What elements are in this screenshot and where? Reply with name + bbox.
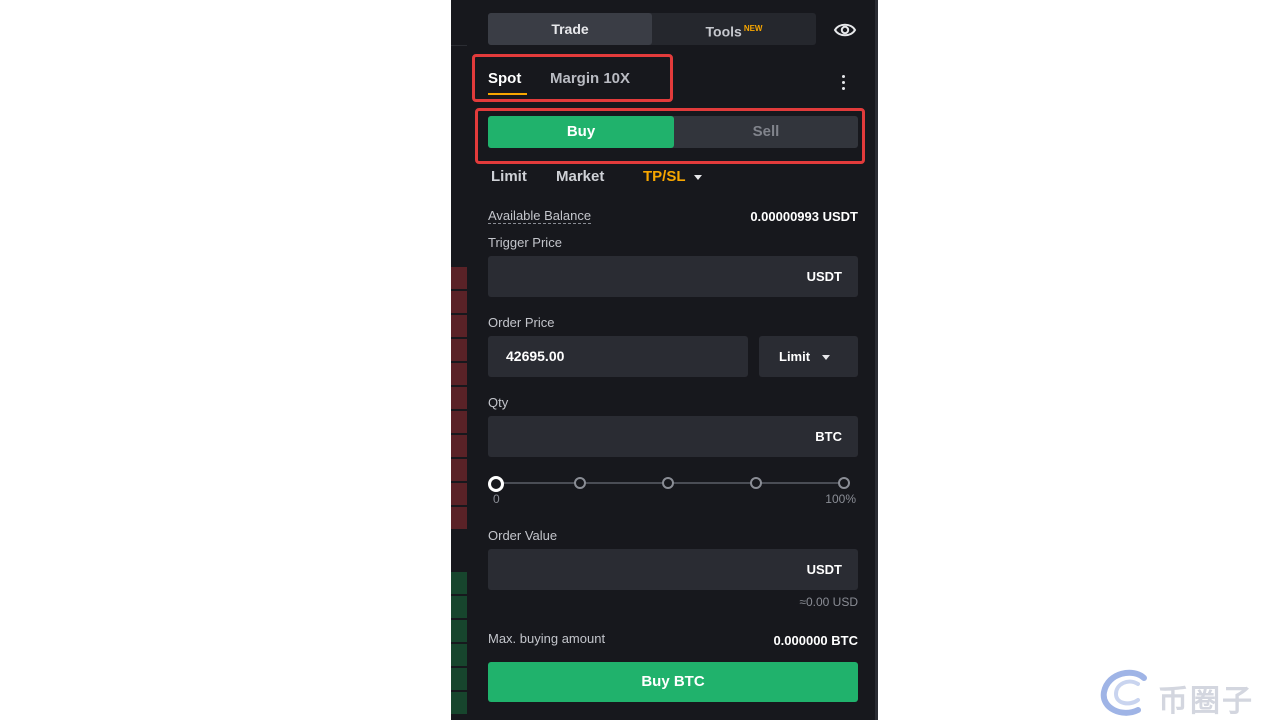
- orderbook-strip: [451, 0, 467, 720]
- qty-label: Qty: [488, 395, 509, 410]
- order-value-usd-estimate: ≈0.00 USD: [799, 595, 858, 609]
- max-buy-label: Max. buying amount: [488, 631, 606, 646]
- trade-tools-switch: Trade Tools NEW: [488, 13, 816, 45]
- bid-depth-bar: [451, 596, 467, 618]
- order-type-tpsl[interactable]: TP/SL: [643, 168, 702, 185]
- bid-depth-bar: [451, 572, 467, 594]
- qty-unit: BTC: [815, 429, 842, 444]
- order-type-market[interactable]: Market: [556, 168, 604, 185]
- scrollbar[interactable]: [875, 0, 878, 720]
- order-price-label: Order Price: [488, 315, 555, 330]
- ask-depth-bar: [451, 387, 467, 409]
- watermark-text: 币圈子: [1158, 684, 1254, 719]
- buy-tab[interactable]: Buy: [488, 116, 674, 148]
- active-tab-indicator: [488, 93, 527, 95]
- slider-step-50[interactable]: [662, 477, 674, 489]
- sell-tab[interactable]: Sell: [674, 116, 858, 148]
- buy-sell-toggle: Buy Sell: [488, 116, 858, 148]
- slider-max-label: 100%: [825, 492, 856, 506]
- tab-trade[interactable]: Trade: [488, 13, 652, 45]
- ask-depth-bar: [451, 507, 467, 529]
- available-balance-value: 0.00000993 USDT: [750, 209, 858, 224]
- order-panel: Trade Tools NEW Spot Margin 10X Buy Sell …: [467, 0, 878, 720]
- order-value-unit: USDT: [806, 562, 842, 577]
- slider-min-label: 0: [493, 492, 500, 506]
- trigger-price-label: Trigger Price: [488, 235, 562, 250]
- ask-depth-bar: [451, 315, 467, 337]
- slider-step-75[interactable]: [750, 477, 762, 489]
- tab-tools[interactable]: Tools NEW: [652, 13, 816, 45]
- tab-margin[interactable]: Margin 10X: [550, 70, 630, 87]
- tab-spot[interactable]: Spot: [488, 70, 521, 87]
- ask-depth-bar: [451, 411, 467, 433]
- eye-icon[interactable]: [833, 20, 857, 40]
- order-value-input[interactable]: USDT: [488, 549, 858, 590]
- order-price-input[interactable]: 42695.00: [488, 336, 748, 377]
- more-vertical-icon[interactable]: [842, 75, 846, 93]
- qty-input[interactable]: BTC: [488, 416, 858, 457]
- bid-depth-bar: [451, 620, 467, 642]
- available-balance-label[interactable]: Available Balance: [488, 208, 592, 224]
- chevron-down-icon: [822, 355, 831, 361]
- new-badge: NEW: [743, 24, 763, 33]
- buy-btc-button[interactable]: Buy BTC: [488, 662, 858, 702]
- ask-depth-bar: [451, 435, 467, 457]
- tab-tools-label: Tools: [705, 23, 742, 40]
- qty-percent-slider[interactable]: [488, 476, 856, 492]
- order-type-limit[interactable]: Limit: [491, 168, 527, 185]
- trigger-price-input[interactable]: USDT: [488, 256, 858, 297]
- divider: [451, 45, 467, 46]
- order-price-value: 42695.00: [506, 348, 565, 364]
- order-price-type-select[interactable]: Limit: [759, 336, 858, 377]
- tab-trade-label: Trade: [551, 21, 589, 37]
- bid-depth-bar: [451, 668, 467, 690]
- watermark: 币圈子: [1098, 668, 1278, 719]
- slider-step-25[interactable]: [574, 477, 586, 489]
- bid-depth-bar: [451, 644, 467, 666]
- max-buy-value: 0.000000 BTC: [773, 633, 858, 648]
- ask-depth-bar: [451, 363, 467, 385]
- order-price-type-label: Limit: [779, 349, 811, 364]
- slider-step-100[interactable]: [838, 477, 850, 489]
- slider-handle[interactable]: [488, 476, 504, 492]
- ask-depth-bar: [451, 483, 467, 505]
- ask-depth-bar: [451, 267, 467, 289]
- ask-depth-bar: [451, 459, 467, 481]
- bid-depth-bar: [451, 692, 467, 714]
- trigger-price-unit: USDT: [806, 269, 842, 284]
- ask-depth-bar: [451, 291, 467, 313]
- order-type-tpsl-label: TP/SL: [643, 168, 686, 185]
- ask-depth-bar: [451, 339, 467, 361]
- watermark-logo-icon: [1100, 669, 1147, 716]
- order-value-label: Order Value: [488, 528, 558, 543]
- chevron-down-icon: [693, 174, 702, 180]
